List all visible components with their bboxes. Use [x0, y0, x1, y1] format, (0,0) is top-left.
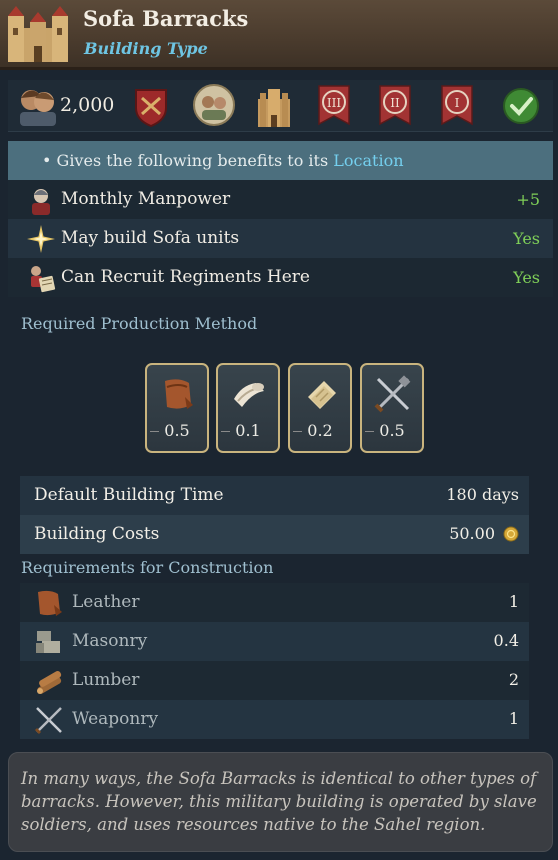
benefit-row-manpower: Monthly Manpower +5	[8, 180, 553, 219]
building-time-row: Default Building Time 180 days	[20, 476, 529, 515]
building-cost-value: 50.00	[449, 524, 495, 543]
production-item-weaponry[interactable]: 0.5	[360, 363, 424, 453]
green-check-icon[interactable]	[502, 87, 540, 125]
rank-i-banner-icon[interactable]: I	[440, 84, 474, 128]
requirement-value: 1	[508, 709, 519, 728]
production-item-paper[interactable]: 0.2	[288, 363, 352, 453]
rank-iii-banner-icon[interactable]: III	[317, 84, 351, 128]
lumber-icon	[37, 671, 62, 694]
requirement-label: Masonry	[72, 631, 148, 651]
star-icon	[27, 225, 55, 253]
manpower-value: 2,000	[60, 94, 115, 116]
bullet: •	[42, 151, 52, 170]
requirement-value: 1	[508, 592, 519, 611]
requirements-heading: Requirements for Construction	[21, 558, 274, 577]
red-shield-icon[interactable]	[132, 84, 170, 128]
weaponry-icon	[374, 375, 411, 413]
benefit-value: Yes	[513, 229, 540, 248]
benefit-value: +5	[516, 190, 540, 209]
production-value: 0.5	[164, 421, 190, 440]
leather-icon	[38, 590, 62, 616]
benefit-row-sofa-units: May build Sofa units Yes	[8, 219, 553, 258]
requirement-value: 2	[508, 670, 519, 689]
production-value: 0.1	[235, 421, 261, 440]
building-cost-label: Building Costs	[34, 524, 160, 544]
building-time-label: Default Building Time	[34, 485, 224, 505]
requirement-label: Weaponry	[72, 709, 159, 729]
benefit-row-recruit: Can Recruit Regiments Here Yes	[8, 258, 553, 297]
benefit-label: Monthly Manpower	[61, 189, 231, 209]
svg-text:III: III	[327, 96, 341, 110]
cloth-icon	[234, 383, 264, 407]
requirement-row-lumber: Lumber 2	[20, 661, 529, 700]
production-item-cloth[interactable]: 0.1	[216, 363, 280, 453]
requirement-value: 0.4	[493, 631, 519, 650]
description-box: In many ways, the Sofa Barracks is ident…	[8, 752, 553, 852]
icon-bar: 2,000 III II I	[8, 80, 553, 132]
rank-ii-banner-icon[interactable]: II	[378, 84, 412, 128]
paper-icon	[308, 381, 336, 409]
castle-icon	[8, 6, 68, 62]
benefits-heading: • Gives the following benefits to its Lo…	[8, 141, 553, 180]
svg-text:II: II	[390, 96, 400, 110]
requirement-row-weaponry: Weaponry 1	[20, 700, 529, 739]
production-heading: Required Production Method	[21, 314, 258, 333]
page-subtitle: Building Type	[84, 39, 208, 58]
benefit-label: May build Sofa units	[61, 228, 240, 248]
building-time-value: 180 days	[446, 485, 519, 504]
requirement-label: Leather	[72, 592, 140, 612]
requirement-row-leather: Leather 1	[20, 583, 529, 622]
weaponry-icon	[34, 707, 62, 735]
page-title: Sofa Barracks	[83, 6, 249, 31]
svg-text:I: I	[455, 96, 460, 110]
leather-icon	[165, 379, 193, 409]
description-text: In many ways, the Sofa Barracks is ident…	[21, 769, 537, 834]
building-cost-row: Building Costs 50.00	[20, 515, 529, 554]
requirement-row-masonry: Masonry 0.4	[20, 622, 529, 661]
gold-coin-icon	[503, 526, 519, 542]
soldier-icon	[32, 189, 50, 215]
production-item-leather[interactable]: 0.5	[145, 363, 209, 453]
recruit-icon	[31, 266, 56, 293]
benefit-label: Can Recruit Regiments Here	[61, 267, 310, 287]
location-link[interactable]: Location	[333, 151, 403, 170]
production-value: 0.2	[307, 421, 333, 440]
benefit-value: Yes	[513, 268, 540, 287]
header-bar: Sofa Barracks Building Type	[0, 0, 558, 70]
production-value: 0.5	[379, 421, 405, 440]
manpower-portrait-icon[interactable]	[18, 84, 58, 126]
masonry-icon	[36, 631, 60, 653]
building-icon[interactable]	[256, 85, 292, 127]
characters-icon[interactable]	[192, 83, 236, 127]
benefits-prefix: Gives the following benefits to its	[56, 151, 329, 170]
requirement-label: Lumber	[72, 670, 140, 690]
